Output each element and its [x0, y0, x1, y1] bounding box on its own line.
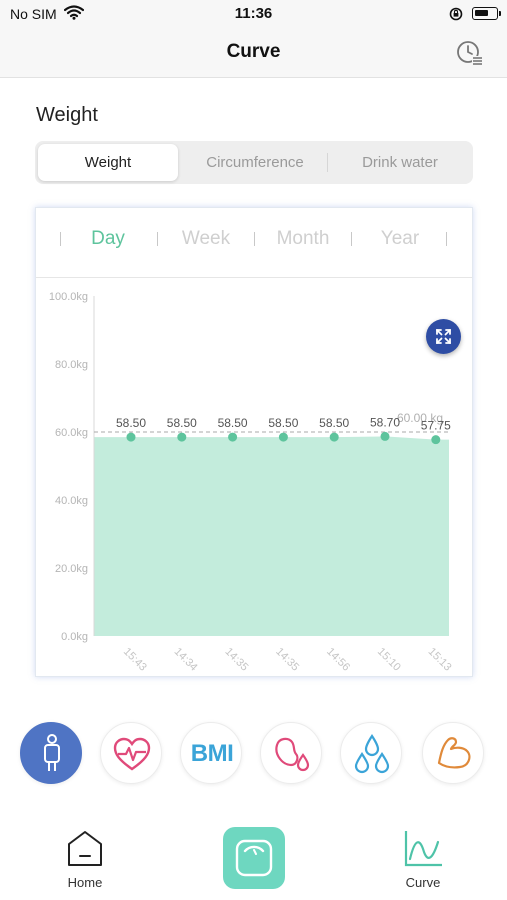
data-value-label: 58.50 [116, 416, 146, 430]
data-point [431, 435, 441, 445]
x-tick-label: 14:35 [222, 646, 250, 674]
tab-home[interactable]: Home [45, 828, 125, 890]
data-point [177, 432, 187, 442]
x-tick-label: 15:10 [375, 646, 403, 674]
data-point [278, 432, 288, 442]
x-tick-label: 14:35 [273, 646, 301, 674]
data-value-label: 58.50 [218, 416, 248, 430]
home-icon [68, 831, 102, 866]
x-tick-label: 15:13 [426, 646, 454, 674]
y-tick-label: 40.0kg [55, 495, 88, 507]
tab-curve-label: Curve [405, 875, 441, 890]
curve-chart-icon [404, 831, 442, 867]
data-value-label: 58.70 [370, 415, 400, 429]
heart-rate-icon [113, 737, 151, 771]
segment-weight[interactable]: Weight [38, 144, 178, 181]
x-tick-label: 14:56 [324, 646, 352, 674]
organ-drop-icon [275, 737, 310, 772]
expand-chart-button[interactable] [426, 319, 461, 354]
y-tick-label: 100.0kg [49, 291, 88, 303]
bmi-icon: BMI [190, 740, 234, 767]
y-tick-label: 20.0kg [55, 563, 88, 575]
metric-heart-rate-button[interactable] [100, 722, 162, 784]
tab-curve[interactable]: Curve [383, 828, 463, 890]
data-point [380, 431, 390, 441]
muscle-arm-icon [437, 737, 471, 769]
metric-bmi-button[interactable]: BMI [180, 722, 242, 784]
tab-week[interactable]: Week [166, 228, 246, 250]
chart-area-fill [94, 436, 449, 636]
segment-drink-water[interactable]: Drink water [329, 144, 471, 181]
nav-bar: Curve [0, 28, 507, 78]
y-tick-label: 80.0kg [55, 359, 88, 371]
data-point [228, 432, 238, 442]
y-tick-label: 60.0kg [55, 427, 88, 439]
data-point [329, 432, 339, 442]
metric-muscle-button[interactable] [422, 722, 484, 784]
period-divider [157, 232, 158, 246]
tab-day[interactable]: Day [68, 228, 148, 250]
segment-circumference[interactable]: Circumference [185, 144, 325, 181]
chart-card: Day Week Month Year 100.0kg 80.0kg 60.0kg 4… [35, 207, 473, 677]
scale-icon [235, 839, 273, 877]
expand-icon [436, 329, 451, 344]
status-bar: No SIM 11:36 [0, 0, 507, 28]
period-divider [254, 232, 255, 246]
metric-organ-button[interactable] [260, 722, 322, 784]
data-value-label: 58.50 [319, 416, 349, 430]
metric-segmented-control: Weight Circumference Drink water [35, 141, 473, 184]
tab-home-label: Home [67, 875, 103, 890]
battery-icon [472, 7, 501, 20]
period-divider [60, 232, 61, 246]
history-clock-icon[interactable] [455, 38, 485, 68]
x-tick-label: 15:43 [121, 646, 149, 674]
period-divider [446, 232, 447, 246]
data-value-label: 58.50 [167, 416, 197, 430]
data-point [126, 432, 136, 442]
weight-chart: 100.0kg80.0kg60.0kg40.0kg20.0kg0.0kg60.0… [49, 291, 454, 674]
status-time: 11:36 [234, 5, 273, 22]
segment-divider [327, 153, 328, 172]
tab-year[interactable]: Year [360, 228, 440, 250]
data-value-label: 57.75 [421, 419, 451, 433]
rotation-lock-icon [449, 7, 463, 21]
metric-body-button[interactable] [20, 722, 82, 784]
tab-month[interactable]: Month [263, 228, 343, 250]
section-title: Weight [36, 104, 98, 126]
x-tick-label: 14:34 [172, 646, 200, 674]
period-tabs: Day Week Month Year [36, 208, 472, 278]
page-title: Curve [226, 41, 281, 62]
data-value-label: 58.50 [268, 416, 298, 430]
period-divider [351, 232, 352, 246]
water-drops-icon [354, 734, 390, 774]
scale-measure-button[interactable] [223, 827, 285, 889]
body-icon [44, 734, 60, 771]
metric-water-button[interactable] [340, 722, 402, 784]
y-tick-label: 0.0kg [61, 631, 88, 643]
